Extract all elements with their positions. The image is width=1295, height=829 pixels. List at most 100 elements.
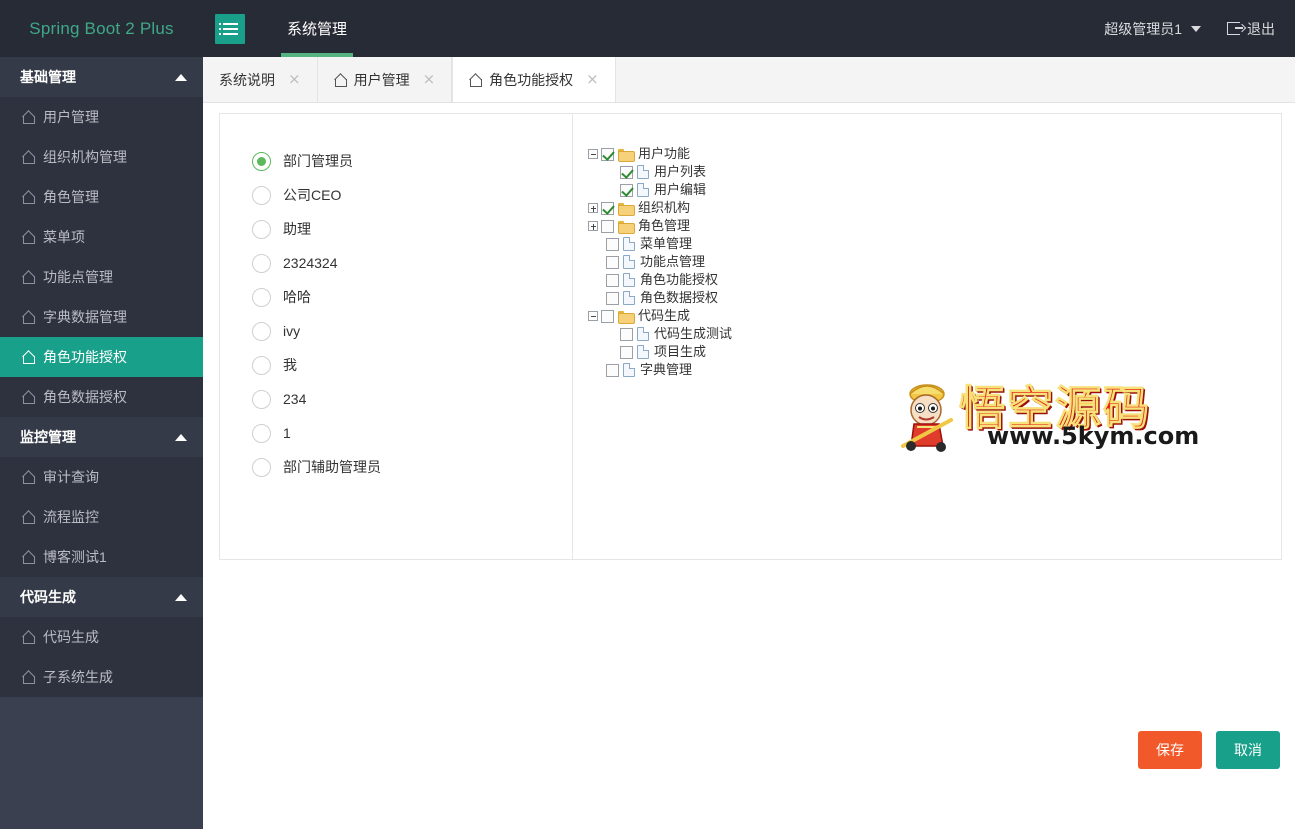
tree-checkbox-7[interactable] [606, 273, 619, 287]
hamburger-line [218, 22, 238, 25]
chevron-down-icon [1191, 25, 1201, 32]
tree-checkbox-3[interactable] [601, 201, 614, 215]
sidebar-item-0-4[interactable]: 功能点管理 [0, 257, 203, 297]
tree-node-2[interactable]: 用户编辑 [588, 181, 1281, 199]
save-button[interactable]: 保存 [1138, 731, 1202, 769]
sidebar-item-0-5[interactable]: 字典数据管理 [0, 297, 203, 337]
sidebar-group-1[interactable]: 监控管理 [0, 417, 203, 457]
folder-icon [618, 202, 635, 216]
sidebar-item-2-1[interactable]: 子系统生成 [0, 657, 203, 697]
sidebar-item-0-6[interactable]: 角色功能授权 [0, 337, 203, 377]
role-option-9[interactable]: 部门辅助管理员 [252, 450, 572, 484]
role-option-5[interactable]: ivy [252, 314, 572, 348]
hamburger-list-icon[interactable] [215, 13, 245, 44]
close-icon[interactable]: × [423, 72, 436, 87]
tree-node-0[interactable]: 用户功能 [588, 145, 1281, 163]
page-icon [623, 363, 635, 377]
tree-node-10[interactable]: 代码生成测试 [588, 325, 1281, 343]
tree-checkbox-8[interactable] [606, 291, 619, 305]
tree-node-8[interactable]: 角色数据授权 [588, 289, 1281, 307]
tree-node-7[interactable]: 角色功能授权 [588, 271, 1281, 289]
tab-2[interactable]: 角色功能授权 × [452, 57, 616, 102]
logout-icon [1227, 22, 1243, 35]
tree-node-label: 角色数据授权 [640, 290, 719, 305]
tree-collapse-icon[interactable] [588, 311, 598, 321]
role-option-0[interactable]: 部门管理员 [252, 144, 572, 178]
sidebar-item-label: 角色数据授权 [43, 389, 127, 405]
tree-checkbox-12[interactable] [606, 363, 619, 377]
role-radio-7[interactable] [252, 389, 271, 409]
tree-checkbox-9[interactable] [601, 309, 614, 323]
sidebar-item-1-2[interactable]: 博客测试1 [0, 537, 203, 577]
tree-expand-icon[interactable] [588, 221, 598, 231]
tab-0[interactable]: 系统说明 × [203, 57, 318, 102]
role-option-4[interactable]: 哈哈 [252, 280, 572, 314]
role-option-3[interactable]: 2324324 [252, 246, 572, 280]
logout-button[interactable]: 退出 [1227, 19, 1275, 39]
sidebar-item-0-3[interactable]: 菜单项 [0, 217, 203, 257]
user-menu[interactable]: 超级管理员1 [1104, 19, 1201, 39]
sidebar-nav: 基础管理 用户管理组织机构管理角色管理 菜单项 功能点管理字典数据管理角色功能授权角色… [0, 57, 203, 829]
sidebar-item-1-0[interactable]: 审计查询 [0, 457, 203, 497]
tree-checkbox-10[interactable] [620, 327, 633, 341]
role-radio-5[interactable] [252, 321, 271, 341]
role-option-1[interactable]: 公司CEO [252, 178, 572, 212]
cancel-button[interactable]: 取消 [1216, 731, 1280, 769]
role-option-6[interactable]: 我 [252, 348, 572, 382]
sidebar-item-0-0[interactable]: 用户管理 [0, 97, 203, 137]
tree-node-9[interactable]: 代码生成 [588, 307, 1281, 325]
role-radio-list: 部门管理员 公司CEO 助理 2324324 哈哈 ivy 我 234 1 部门辅助管理员 [220, 114, 573, 559]
close-icon[interactable]: × [586, 72, 599, 87]
close-icon[interactable]: × [288, 72, 301, 87]
role-radio-6[interactable] [252, 355, 271, 375]
tree-checkbox-11[interactable] [620, 345, 633, 359]
tree-checkbox-1[interactable] [620, 165, 633, 179]
sidebar-item-label: 字典数据管理 [43, 309, 127, 325]
tree-checkbox-0[interactable] [601, 147, 614, 161]
page-icon [637, 165, 649, 179]
tree-checkbox-4[interactable] [601, 219, 614, 233]
sidebar-item-0-7[interactable]: 角色数据授权 [0, 377, 203, 417]
role-radio-9[interactable] [252, 457, 271, 477]
home-icon [469, 74, 483, 87]
sidebar-item-2-0[interactable]: 代码生成 [0, 617, 203, 657]
sidebar-item-0-2[interactable]: 角色管理 [0, 177, 203, 217]
page-icon [623, 255, 635, 269]
sidebar-item-label: 组织机构管理 [43, 149, 127, 165]
sidebar-group-2[interactable]: 代码生成 [0, 577, 203, 617]
tree-checkbox-2[interactable] [620, 183, 633, 197]
tab-1[interactable]: 用户管理 × [318, 57, 453, 102]
role-option-label: 234 [283, 391, 307, 407]
watermark-url: www.5kym.com [987, 422, 1200, 450]
role-radio-0[interactable] [252, 151, 271, 171]
page-icon [637, 327, 649, 341]
tree-node-5[interactable]: 菜单管理 [588, 235, 1281, 253]
sidebar-item-1-1[interactable]: 流程监控 [0, 497, 203, 537]
tree-node-4[interactable]: 角色管理 [588, 217, 1281, 235]
tree-collapse-icon[interactable] [588, 149, 598, 159]
tree-node-label: 代码生成测试 [654, 326, 733, 341]
sidebar-item-0-1[interactable]: 组织机构管理 [0, 137, 203, 177]
tree-checkbox-5[interactable] [606, 237, 619, 251]
tree-expand-icon[interactable] [588, 203, 598, 213]
role-radio-2[interactable] [252, 219, 271, 239]
role-radio-1[interactable] [252, 185, 271, 205]
role-radio-3[interactable] [252, 253, 271, 273]
tree-node-6[interactable]: 功能点管理 [588, 253, 1281, 271]
nav-title-system-management[interactable]: 系统管理 [281, 0, 354, 57]
role-option-2[interactable]: 助理 [252, 212, 572, 246]
tree-node-12[interactable]: 字典管理 [588, 361, 1281, 379]
role-radio-8[interactable] [252, 423, 271, 443]
role-radio-4[interactable] [252, 287, 271, 307]
tree-checkbox-6[interactable] [606, 255, 619, 269]
role-option-8[interactable]: 1 [252, 416, 572, 450]
tree-node-11[interactable]: 项目生成 [588, 343, 1281, 361]
sidebar-group-0[interactable]: 基础管理 [0, 57, 203, 97]
tree-node-3[interactable]: 组织机构 [588, 199, 1281, 217]
role-option-7[interactable]: 234 [252, 382, 572, 416]
top-header-right: 超级管理员1 退出 [1104, 0, 1275, 57]
tree-node-1[interactable]: 用户列表 [588, 163, 1281, 181]
